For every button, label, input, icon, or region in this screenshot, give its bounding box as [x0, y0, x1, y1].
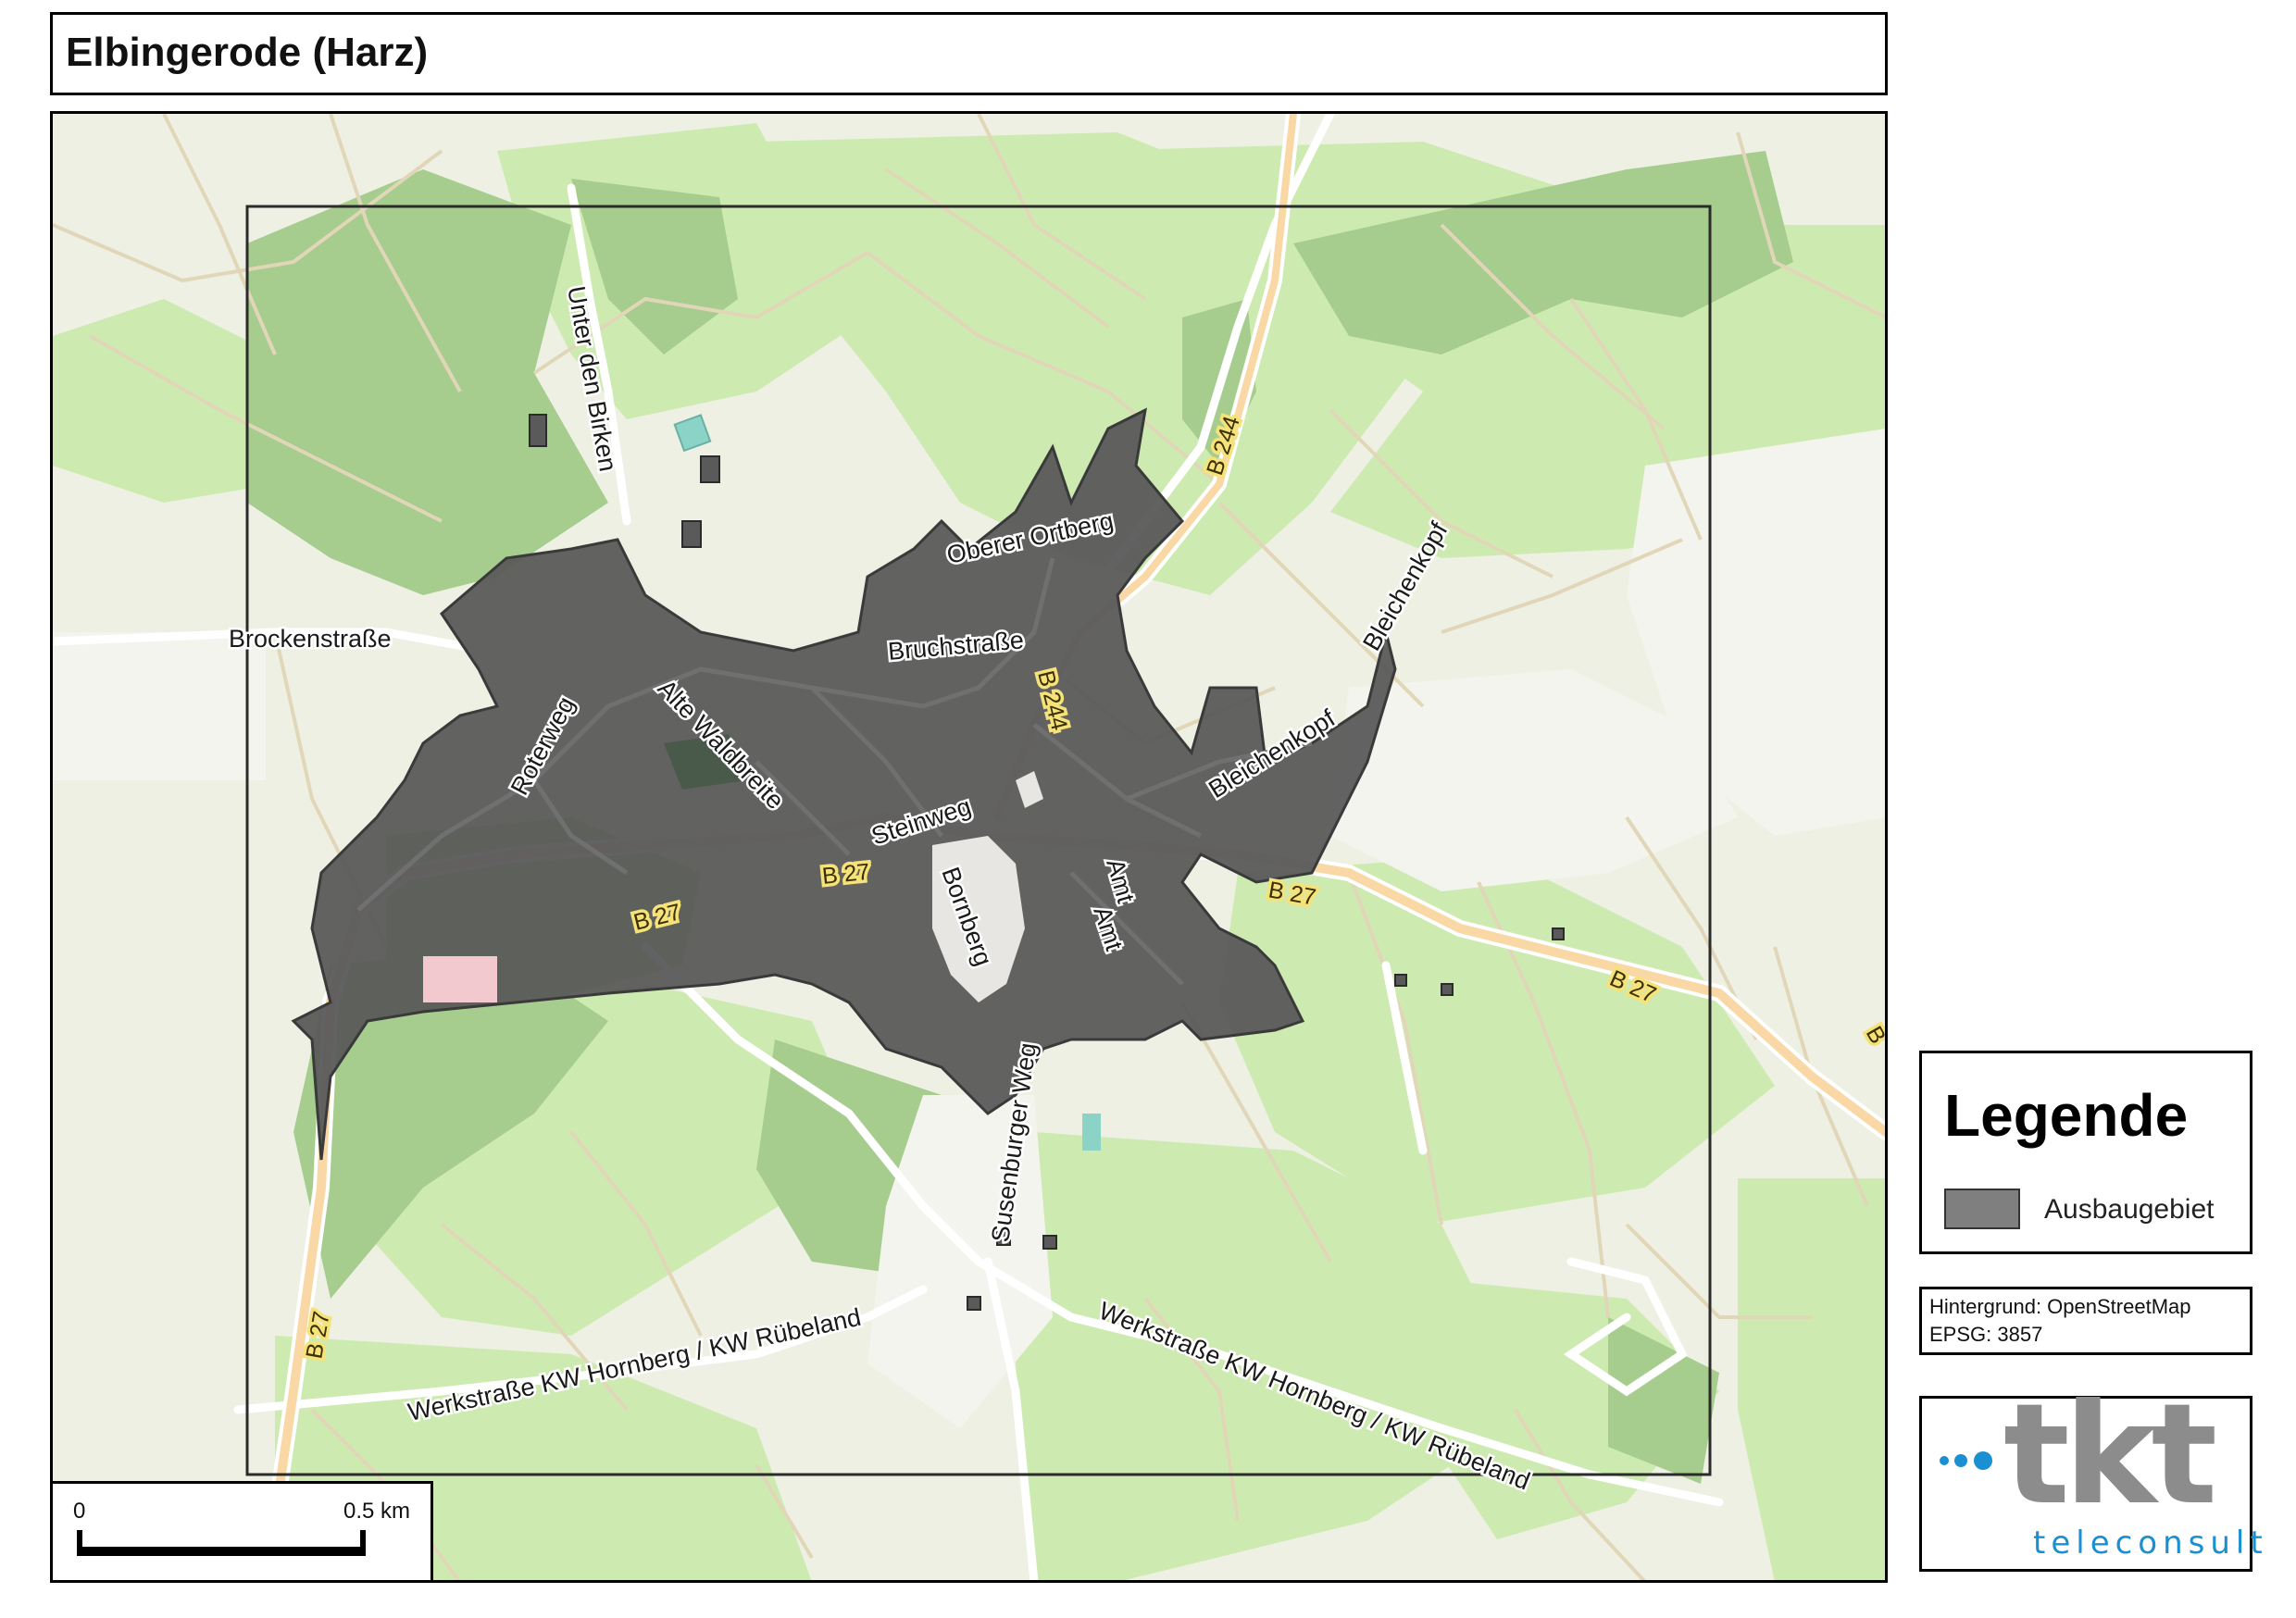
- scalebar-end-label: 0.5 km: [343, 1499, 410, 1524]
- logo-brand: tkt: [2003, 1375, 2217, 1536]
- map-title: Elbingerode (Harz): [66, 30, 429, 75]
- legend-swatch-ausbaugebiet: [1944, 1189, 2020, 1229]
- logo-subtitle: teleconsult: [2033, 1525, 2268, 1562]
- scalebar-bar: [77, 1547, 366, 1556]
- map-svg[interactable]: Unter den Birken Brockenstraße Oberer Or…: [53, 114, 1886, 1582]
- source-line-epsg: EPSG: 3857: [1929, 1323, 2043, 1346]
- map-title-box: Elbingerode (Harz): [50, 12, 1888, 95]
- scalebar-start-label: 0: [73, 1499, 86, 1524]
- source-box: Hintergrund: OpenStreetMap EPSG: 3857: [1919, 1287, 2252, 1355]
- legend: Legende Ausbaugebiet: [1919, 1051, 2252, 1254]
- street-label-brockenstrasse: Brockenstraße: [229, 625, 392, 653]
- source-line-background: Hintergrund: OpenStreetMap: [1929, 1295, 2191, 1318]
- legend-heading: Legende: [1944, 1082, 2189, 1149]
- logo-dots-icon: [1940, 1451, 1992, 1470]
- scalebar: 0 0.5 km: [50, 1481, 433, 1583]
- company-logo: tkt teleconsult: [1919, 1375, 2263, 1572]
- map-canvas[interactable]: Unter den Birken Brockenstraße Oberer Or…: [50, 111, 1888, 1583]
- scalebar-tick-right: [360, 1530, 366, 1556]
- shield-b27-1: B 27: [821, 859, 871, 890]
- legend-label-ausbaugebiet: Ausbaugebiet: [2044, 1194, 2215, 1225]
